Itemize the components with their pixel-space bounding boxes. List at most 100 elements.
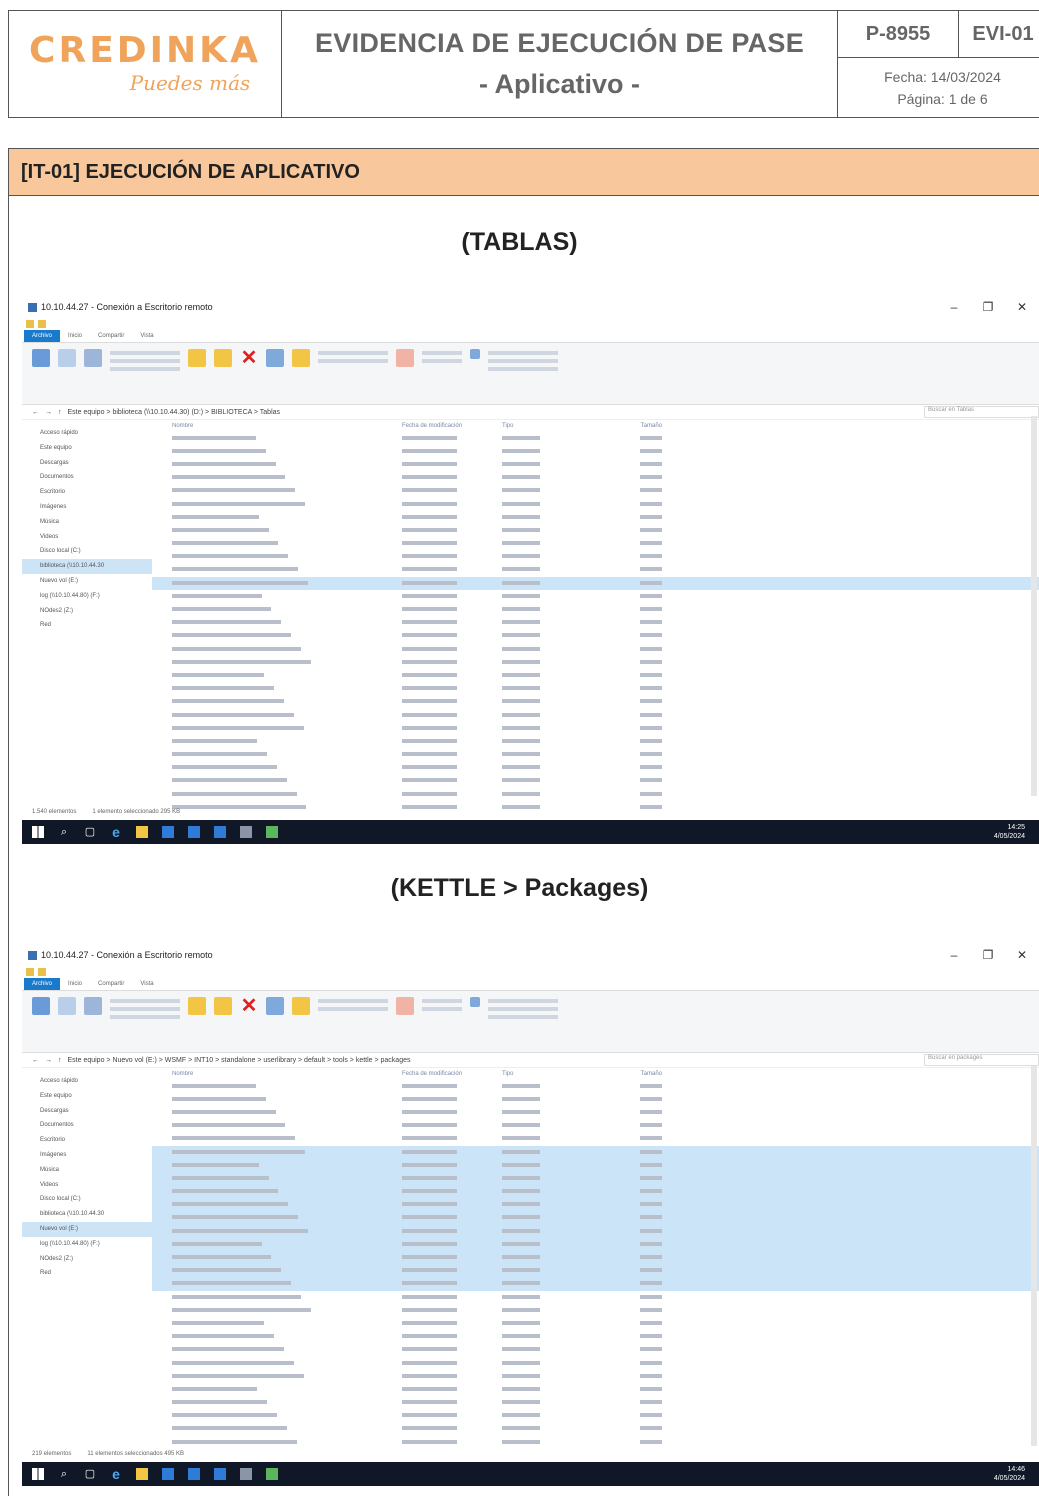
table-row[interactable] [152, 1211, 1039, 1226]
nav-item[interactable]: NOdes2 (Z:) [22, 1252, 152, 1267]
minimize-icon[interactable]: – [937, 948, 971, 962]
forward-arrow-icon[interactable]: → [45, 409, 52, 416]
nav-item[interactable]: Descargas [22, 456, 152, 471]
copy-to-icon[interactable] [214, 349, 232, 367]
table-row[interactable] [152, 1251, 1039, 1265]
table-row[interactable] [152, 1344, 1039, 1357]
copy-to-icon[interactable] [214, 997, 232, 1015]
paste-icon[interactable] [84, 997, 102, 1015]
table-row[interactable] [152, 1370, 1039, 1383]
nav-item[interactable]: Videos [22, 530, 152, 545]
terminal-icon[interactable] [240, 826, 252, 838]
minimize-icon[interactable]: – [937, 300, 971, 314]
remote-app-icon[interactable] [214, 826, 226, 838]
tab-inicio[interactable]: Inicio [60, 978, 90, 990]
table-row[interactable] [152, 1397, 1039, 1410]
back-arrow-icon[interactable]: ← [32, 1057, 39, 1064]
nav-item[interactable]: biblioteca (\\10.10.44.30 [22, 559, 152, 574]
table-row[interactable] [152, 577, 1039, 591]
table-row[interactable] [152, 524, 1039, 537]
table-row[interactable] [152, 472, 1039, 485]
copy-icon[interactable] [58, 997, 76, 1015]
col-tipo[interactable]: Tipo [502, 423, 602, 429]
system-clock[interactable]: 14:25 4/05/2024 [994, 823, 1025, 841]
col-fecha[interactable]: Fecha de modificación [402, 423, 502, 429]
network-app-icon[interactable] [162, 826, 174, 838]
select-all-icon[interactable] [470, 349, 480, 359]
move-to-icon[interactable] [188, 349, 206, 367]
table-row[interactable] [152, 498, 1039, 511]
search-input[interactable]: Buscar en Tablas [924, 406, 1039, 418]
notepad-icon[interactable] [266, 1468, 278, 1480]
table-row[interactable] [152, 617, 1039, 630]
table-row[interactable] [152, 1185, 1039, 1199]
col-tipo[interactable]: Tipo [502, 1071, 602, 1077]
terminal-icon[interactable] [240, 1468, 252, 1480]
table-row[interactable] [152, 511, 1039, 524]
nav-item[interactable]: Escritorio [22, 485, 152, 500]
nav-item[interactable]: Red [22, 1266, 152, 1281]
table-row[interactable] [152, 538, 1039, 551]
nav-item[interactable]: Imágenes [22, 500, 152, 515]
nav-item[interactable]: Nuevo vol (E:) [22, 574, 152, 589]
table-row[interactable] [152, 1277, 1039, 1291]
table-row[interactable] [152, 735, 1039, 748]
tab-inicio[interactable]: Inicio [60, 330, 90, 342]
nav-item[interactable]: Nuevo vol (E:) [22, 1221, 152, 1237]
table-row[interactable] [152, 1159, 1039, 1173]
col-tamano[interactable]: Tamaño [602, 1071, 662, 1077]
table-row[interactable] [152, 564, 1039, 577]
address-bar[interactable]: ← → ↑ Este equipo > biblioteca (\\10.10.… [22, 405, 1039, 420]
tab-compartir[interactable]: Compartir [90, 978, 132, 990]
nav-item[interactable]: Red [22, 618, 152, 633]
table-row[interactable] [152, 709, 1039, 722]
nav-item[interactable]: log (\\10.10.44.80) (F:) [22, 589, 152, 604]
col-nombre[interactable]: Nombre [152, 423, 402, 429]
table-row[interactable] [152, 1423, 1039, 1436]
address-path[interactable]: Este equipo > biblioteca (\\10.10.44.30)… [68, 409, 919, 416]
app-icon[interactable] [188, 826, 200, 838]
table-row[interactable] [152, 683, 1039, 696]
new-folder-icon[interactable] [292, 349, 310, 367]
table-row[interactable] [152, 1198, 1039, 1212]
file-explorer-icon[interactable] [136, 1468, 148, 1480]
nav-item[interactable]: Documentos [22, 470, 152, 485]
properties-check-icon[interactable] [396, 349, 414, 367]
close-icon[interactable]: ✕ [1005, 300, 1039, 314]
nav-item[interactable]: Disco local (C:) [22, 544, 152, 559]
col-nombre[interactable]: Nombre [152, 1071, 402, 1077]
file-explorer-icon[interactable] [136, 826, 148, 838]
table-row[interactable] [152, 1410, 1039, 1423]
nav-item[interactable]: Acceso rápido [22, 1074, 152, 1089]
nav-item[interactable]: log (\\10.10.44.80) (F:) [22, 1237, 152, 1252]
table-row[interactable] [152, 1331, 1039, 1344]
internet-explorer-icon[interactable]: e [110, 1467, 122, 1481]
notepad-icon[interactable] [266, 826, 278, 838]
up-arrow-icon[interactable]: ↑ [58, 409, 62, 416]
nav-item[interactable]: Música [22, 515, 152, 530]
table-row[interactable] [152, 643, 1039, 656]
table-row[interactable] [152, 1383, 1039, 1396]
properties-check-icon[interactable] [396, 997, 414, 1015]
windows-start-icon[interactable] [32, 826, 44, 838]
nav-item[interactable]: Descargas [22, 1104, 152, 1119]
close-icon[interactable]: ✕ [1005, 948, 1039, 962]
nav-item[interactable]: Este equipo [22, 441, 152, 456]
copy-icon[interactable] [58, 349, 76, 367]
forward-arrow-icon[interactable]: → [45, 1057, 52, 1064]
table-row[interactable] [152, 1106, 1039, 1119]
table-row[interactable] [152, 1264, 1039, 1278]
table-row[interactable] [152, 788, 1039, 801]
address-bar[interactable]: ← → ↑ Este equipo > Nuevo vol (E:) > WSM… [22, 1053, 1039, 1068]
restore-icon[interactable]: ❐ [971, 300, 1005, 314]
table-row[interactable] [152, 1080, 1039, 1093]
pin-icon[interactable] [32, 349, 50, 367]
col-tamano[interactable]: Tamaño [602, 423, 662, 429]
nav-item[interactable]: Este equipo [22, 1089, 152, 1104]
table-row[interactable] [152, 603, 1039, 616]
task-view-icon[interactable]: ▢ [84, 1468, 96, 1480]
vertical-scrollbar[interactable] [1031, 416, 1037, 796]
tab-archivo[interactable]: Archivo [24, 978, 61, 990]
table-row[interactable] [152, 656, 1039, 669]
table-row[interactable] [152, 590, 1039, 603]
